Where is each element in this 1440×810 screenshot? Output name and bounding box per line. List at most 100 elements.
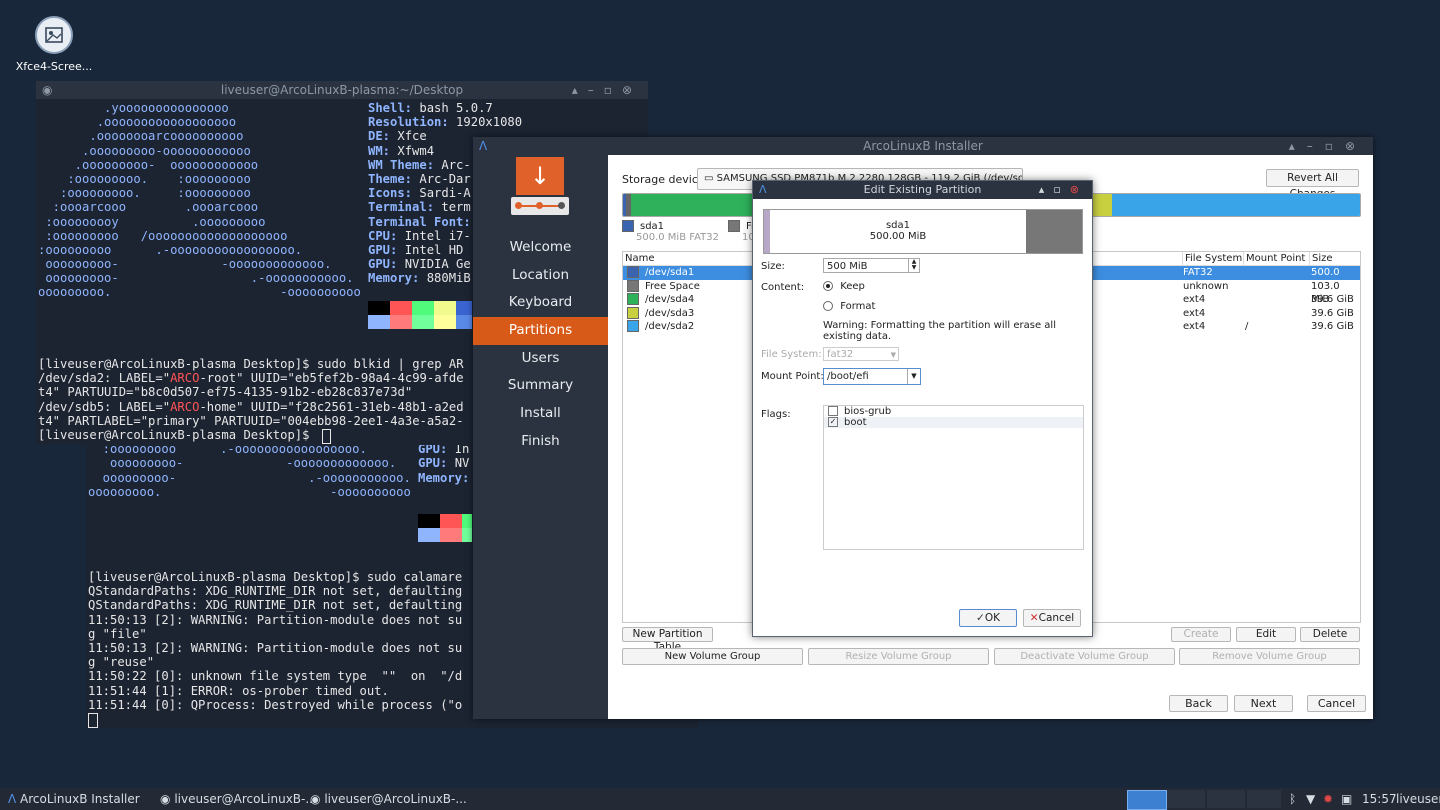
partition-preview: sda1 500.00 MiB (763, 209, 1083, 254)
partition-color-swatch (627, 266, 639, 278)
filesystem-label: File System: (761, 349, 822, 360)
partition-color-swatch (627, 293, 639, 305)
output-line: 11:51:44 [1]: ERROR: os-prober timed out… (88, 683, 389, 698)
sidebar-item-summary: Summary (507, 377, 574, 394)
spin-arrows-icon[interactable]: ▲ ▼ (908, 259, 919, 272)
shade-icon[interactable]: ▴ (572, 83, 588, 97)
logo-line: :ooooooooo .-ooooooooooooooooo. (38, 242, 303, 257)
output-line: /dev/sda2: LABEL="ARCO-root" UUID="eb5fe… (38, 371, 464, 386)
flag-bios-grub[interactable]: bios-grub (824, 406, 1083, 417)
wifi-icon[interactable]: ▼ (1306, 788, 1315, 810)
output-line: 11:50:13 [2]: WARNING: Partition-module … (88, 612, 463, 627)
taskbar-item-terminal-1[interactable]: ◉ liveuser@ArcoLinuxB-... (160, 788, 317, 810)
terminal-title: liveuser@ArcoLinuxB-plasma:~/Desktop (220, 83, 464, 97)
format-radio[interactable]: Format (823, 301, 875, 312)
taskbar-item-installer[interactable]: Λ ArcoLinuxB Installer (8, 788, 140, 810)
installer-titlebar: Λ ArcoLinuxB Installer ▴–▫⊗ (473, 137, 1373, 155)
partition-color-swatch (627, 279, 639, 292)
close-icon[interactable]: ⊗ (622, 83, 642, 97)
next-button[interactable]: Next (1234, 695, 1293, 712)
shade-icon[interactable]: ▴ (1289, 139, 1307, 153)
info-line: Resolution: 1920x1080 (368, 115, 523, 130)
delete-button[interactable]: Delete (1300, 627, 1360, 642)
minimize-icon[interactable]: – (588, 83, 604, 97)
update-notifier-icon[interactable]: ✹ (1323, 788, 1333, 810)
sidebar-item-welcome: Welcome (509, 239, 572, 255)
close-icon[interactable]: ⊗ (1070, 183, 1088, 196)
taskbar-item-terminal-2[interactable]: ◉ liveuser@ArcoLinuxB-... (310, 788, 467, 810)
checkbox[interactable] (828, 406, 838, 416)
flag-boot[interactable]: ✓ boot (824, 417, 1083, 428)
workspace-4[interactable] (1247, 790, 1281, 808)
logo-line: ooooooooo- .-ooooooooooo. (38, 271, 354, 286)
maximize-icon[interactable]: ▫ (1325, 139, 1345, 153)
workspace-switcher[interactable] (1127, 790, 1167, 810)
back-button[interactable]: Back (1169, 695, 1228, 712)
new-volume-group-button[interactable]: New Volume Group (622, 648, 803, 665)
deactivate-volume-group-button[interactable]: Deactivate Volume Group (994, 648, 1175, 665)
logo-line: :ooooooooo. :ooooooooo (38, 171, 251, 186)
output-line: 11:51:44 [0]: QProcess: Destroyed while … (88, 697, 463, 712)
preview-name: sda1 (885, 220, 911, 231)
checkbox[interactable]: ✓ (828, 417, 838, 427)
edit-partition-dialog[interactable]: Λ Edit Existing Partition ▴▫⊗ sda1 500.0… (752, 180, 1093, 637)
ok-button[interactable]: ✓OK (959, 609, 1017, 627)
output-line: QStandardPaths: XDG_RUNTIME_DIR not set,… (88, 584, 463, 599)
keep-radio[interactable]: Keep (823, 281, 865, 292)
edit-button[interactable]: Edit (1236, 627, 1296, 642)
sidebar-item-partitions: Partitions (473, 317, 608, 345)
output-line: g "file" (88, 626, 147, 641)
output-line: g "reuse" (88, 655, 155, 670)
desktop-icon-screenshooter[interactable]: Xfce4-Scree... (14, 14, 94, 73)
info-line: GPU: NV (418, 456, 470, 471)
color-palette (418, 514, 472, 542)
partition-fs: FAT32 (1183, 267, 1213, 278)
create-button[interactable]: Create (1171, 627, 1231, 642)
flags-list[interactable]: bios-grub ✓ boot (823, 405, 1084, 550)
dialog-titlebar: Λ Edit Existing Partition ▴▫⊗ (753, 181, 1092, 199)
remove-volume-group-button[interactable]: Remove Volume Group (1179, 648, 1360, 665)
revert-all-changes-button[interactable]: Revert All Changes (1266, 169, 1359, 200)
logo-line: :ooooooooy .ooooooooo (38, 214, 266, 229)
window-menu-icon[interactable]: ◉ (42, 81, 52, 99)
maximize-icon[interactable]: ▫ (604, 83, 622, 97)
filesystem-select[interactable]: fat32 ▼ (823, 347, 899, 361)
output-line: [liveuser@ArcoLinuxB-plasma Desktop]$ (38, 427, 317, 442)
size-spinbox[interactable]: 500 MiB ▲ ▼ (823, 258, 920, 273)
partition-name: Free Space (645, 280, 700, 292)
arco-logo-icon: Λ (8, 792, 17, 806)
output-line: [liveuser@ArcoLinuxB-plasma Desktop]$ su… (88, 570, 463, 584)
cancel-button[interactable]: Cancel (1307, 695, 1366, 712)
user-menu[interactable]: liveuser (1396, 788, 1440, 810)
partition-legend-sda1: sda1 500.0 MiB FAT32 (622, 220, 719, 243)
format-warning: Warning: Formatting the partition will e… (823, 320, 1056, 342)
output-line: [liveuser@ArcoLinuxB-plasma Desktop]$ su… (38, 357, 464, 371)
storage-device-label: Storage device: (622, 173, 709, 186)
logo-line: ooooooooo- -ooooooooooooo. (38, 257, 332, 272)
new-partition-table-button[interactable]: New Partition Table (622, 627, 713, 653)
mount-point-combobox[interactable]: /boot/efi ▼ (823, 368, 921, 385)
close-icon[interactable]: ⊗ (1345, 139, 1367, 153)
screenshot-tray-icon[interactable]: ▣ (1341, 788, 1352, 810)
sidebar-item-users: Users (521, 349, 560, 366)
ascii-logo: .yooooooooooooooo .oooooooooooooooooo .o… (38, 101, 361, 300)
chevron-down-icon[interactable]: ▼ (907, 369, 920, 384)
bluetooth-icon[interactable]: ᛒ (1289, 788, 1296, 810)
partition-size: 39.6 GiB (1311, 321, 1354, 332)
logo-line: :ooooooooo /ooooooooooooooooooo (38, 228, 288, 243)
terminal-output: [liveuser@ArcoLinuxB-plasma Desktop]$ su… (38, 357, 464, 442)
shade-icon[interactable]: ▴ (1039, 183, 1054, 196)
workspace-2[interactable] (1167, 790, 1205, 808)
maximize-icon[interactable]: ▫ (1053, 183, 1069, 196)
dialog-cancel-button[interactable]: ✕Cancel (1023, 609, 1081, 627)
partition-mount: / (1245, 321, 1249, 332)
resize-volume-group-button[interactable]: Resize Volume Group (808, 648, 989, 665)
logo-line: .ooooooooo- oooooooooooo (38, 157, 259, 172)
mount-point-label: Mount Point: (761, 371, 824, 382)
minimize-icon[interactable]: – (1307, 139, 1325, 153)
taskbar: Λ ArcoLinuxB Installer ◉ liveuser@ArcoLi… (0, 788, 1440, 810)
logo-line: .ooooooooo-oooooooooooo (38, 143, 251, 158)
workspace-3[interactable] (1207, 790, 1245, 808)
output-line: QStandardPaths: XDG_RUNTIME_DIR not set,… (88, 598, 463, 613)
clock[interactable]: 15:57 (1362, 788, 1397, 810)
